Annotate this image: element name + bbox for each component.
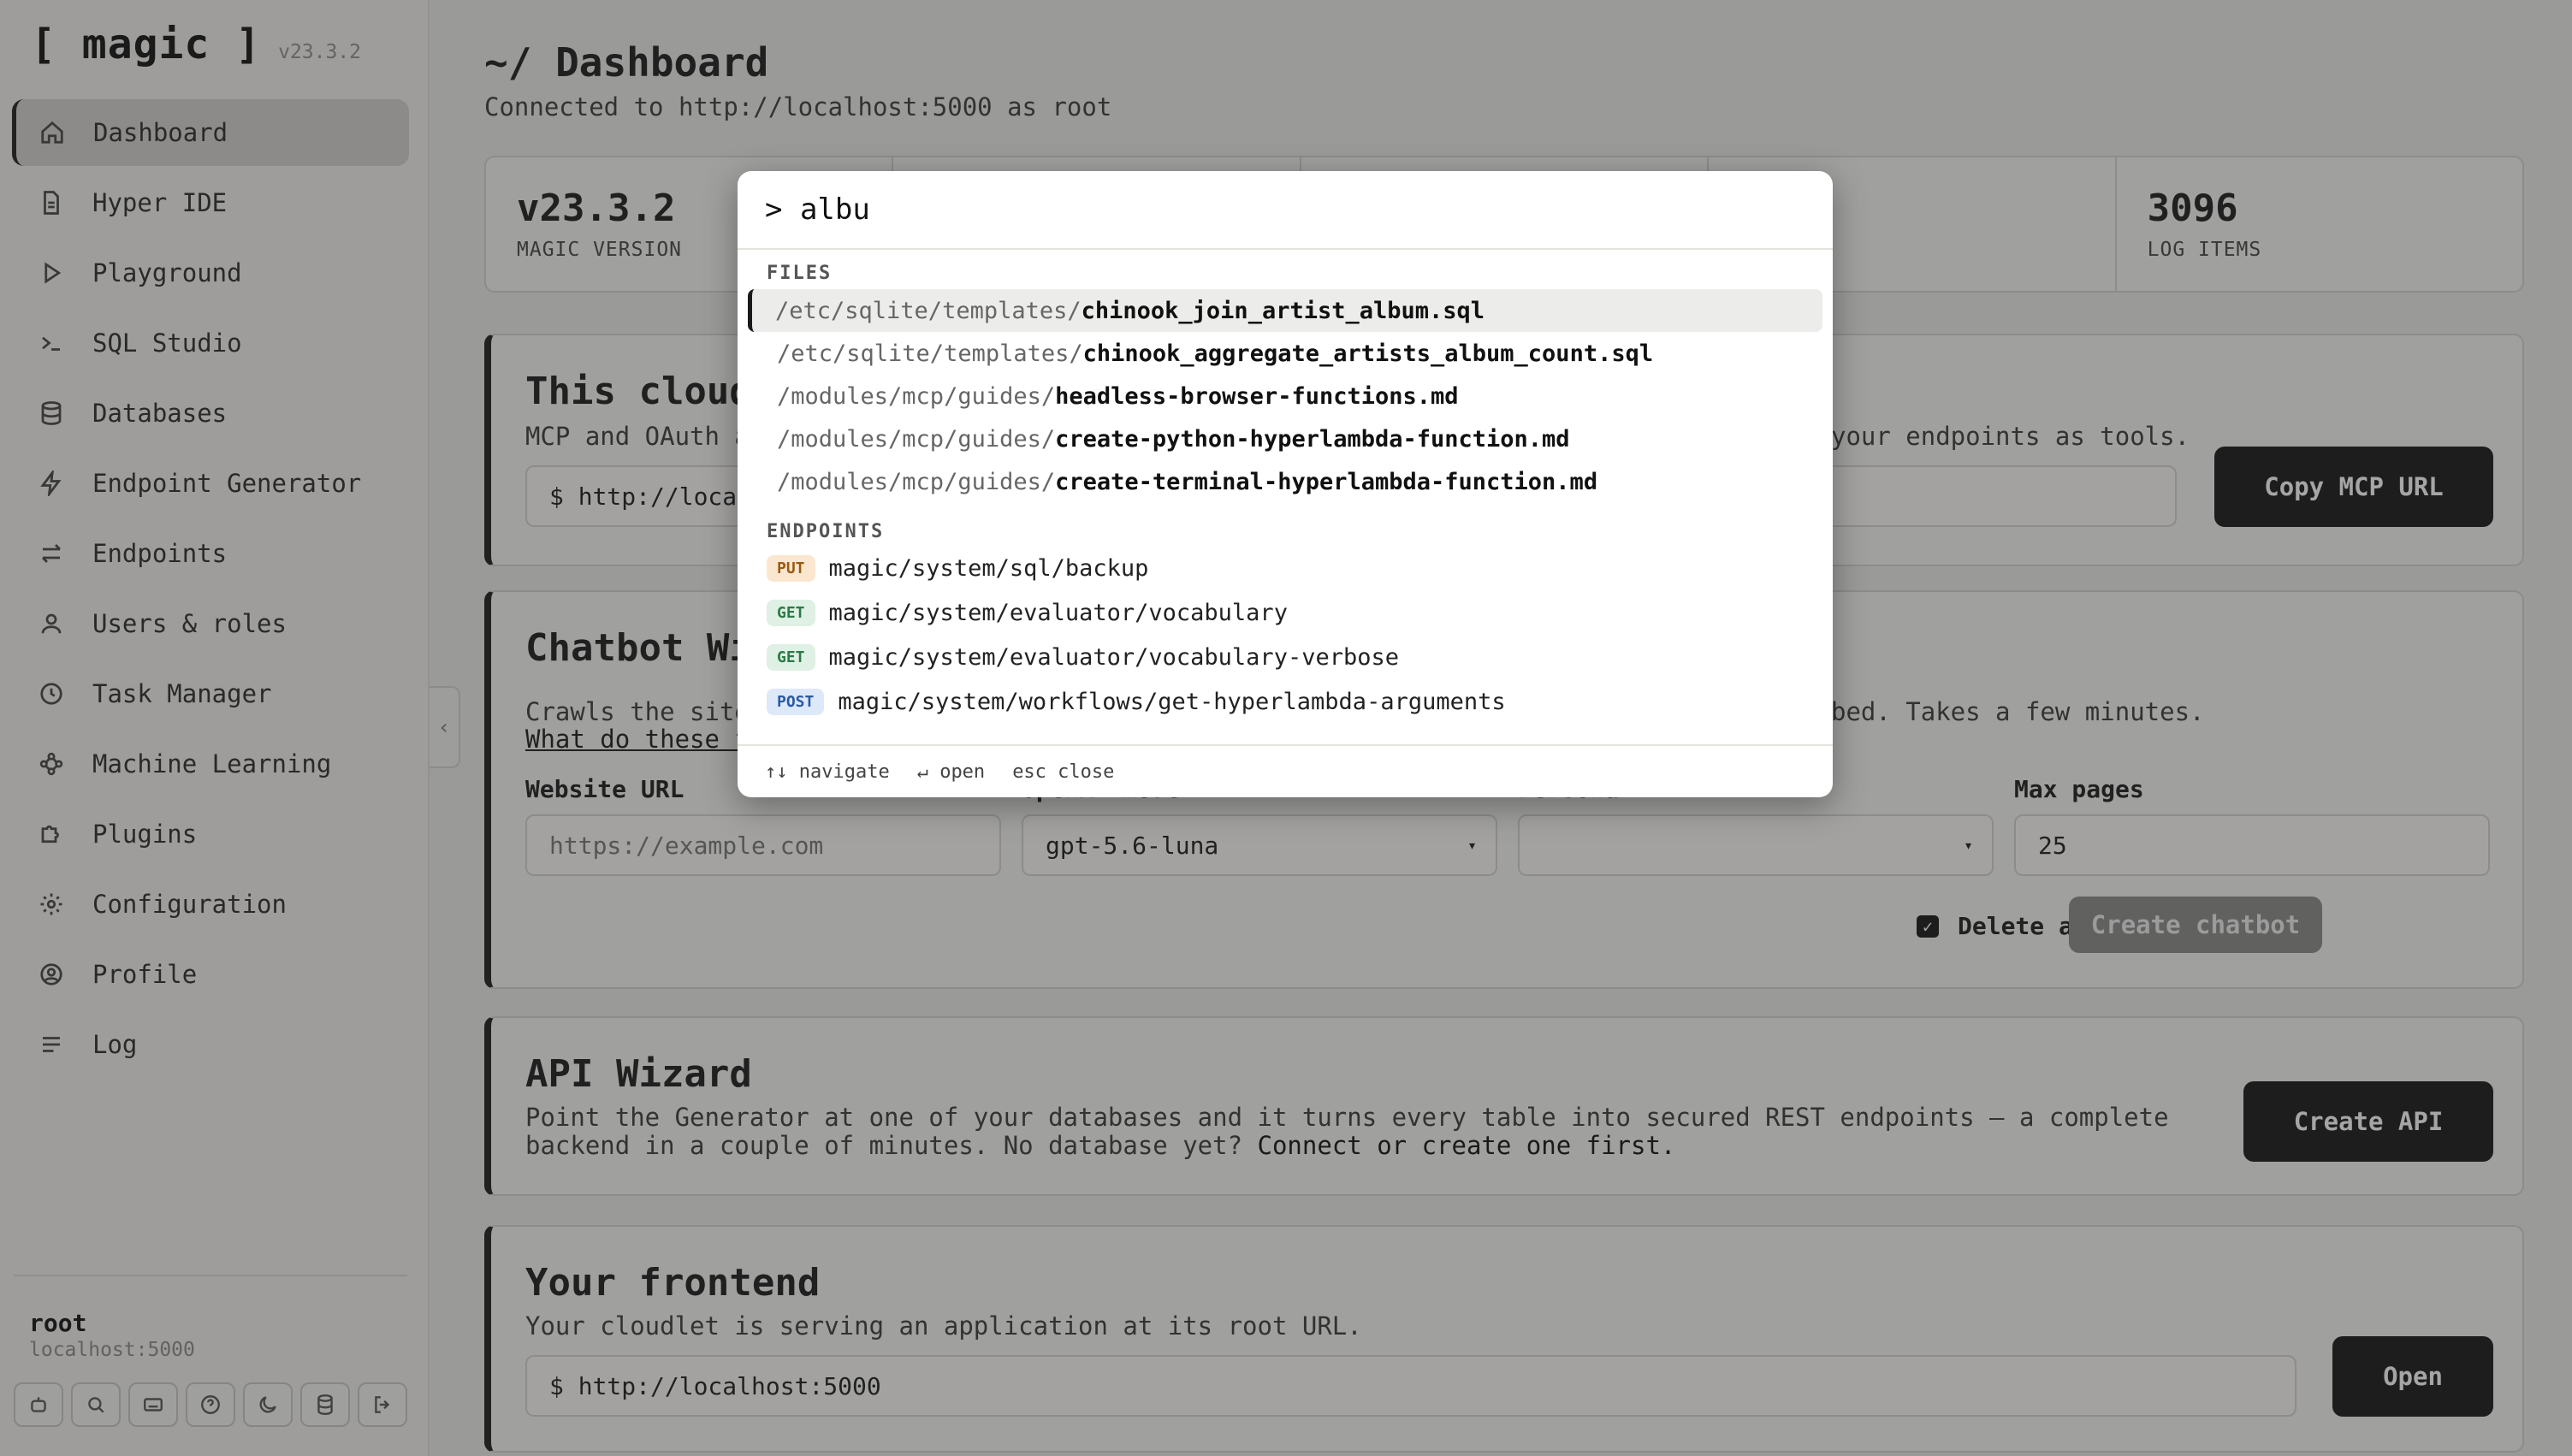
palette-file-item[interactable]: /modules/mcp/guides/headless-browser-fun… <box>748 375 1822 417</box>
file-path: /modules/mcp/guides/ <box>777 382 1056 410</box>
palette-endpoint-item[interactable]: GET magic/system/evaluator/vocabulary-ver… <box>738 635 1833 679</box>
file-path: /etc/sqlite/templates/ <box>775 297 1082 324</box>
palette-file-item[interactable]: /modules/mcp/guides/create-terminal-hype… <box>748 460 1822 503</box>
palette-section-files: FILES <box>767 263 833 284</box>
file-name: chinook_aggregate_artists_album_count.sq… <box>1082 340 1654 367</box>
file-name: create-python-hyperlambda-function.md <box>1055 425 1570 453</box>
palette-search-input[interactable]: > albu <box>738 171 1833 250</box>
palette-file-item[interactable]: /modules/mcp/guides/create-python-hyperl… <box>748 417 1822 460</box>
palette-endpoints-list: PUT magic/system/sql/backup GET magic/syst… <box>738 546 1833 724</box>
method-badge: PUT <box>767 554 815 582</box>
hint-close: esc close <box>1012 761 1115 783</box>
palette-endpoint-item[interactable]: POST magic/system/workflows/get-hyperlamb… <box>738 679 1833 724</box>
file-name: chinook_join_artist_album.sql <box>1081 297 1485 324</box>
file-path: /modules/mcp/guides/ <box>777 425 1056 453</box>
palette-files-list: /etc/sqlite/templates/chinook_join_artis… <box>738 289 1833 503</box>
endpoint-path: magic/system/sql/backup <box>828 554 1149 582</box>
command-palette: > albu FILES /etc/sqlite/templates/chino… <box>738 171 1833 797</box>
file-path: /etc/sqlite/templates/ <box>777 340 1083 367</box>
endpoint-path: magic/system/evaluator/vocabulary-verbos… <box>828 643 1399 671</box>
hint-open: ↵ open <box>916 761 986 783</box>
file-name: headless-browser-functions.md <box>1055 382 1459 410</box>
method-badge: POST <box>767 688 825 715</box>
palette-file-item[interactable]: /etc/sqlite/templates/chinook_aggregate_… <box>748 332 1822 375</box>
palette-endpoint-item[interactable]: PUT magic/system/sql/backup <box>738 546 1833 590</box>
palette-endpoint-item[interactable]: GET magic/system/evaluator/vocabulary <box>738 590 1833 635</box>
palette-file-item[interactable]: /etc/sqlite/templates/chinook_join_artis… <box>748 289 1822 332</box>
palette-section-endpoints: ENDPOINTS <box>767 521 885 542</box>
file-path: /modules/mcp/guides/ <box>777 468 1056 495</box>
file-name: create-terminal-hyperlambda-function.md <box>1055 468 1598 495</box>
palette-footer: ↑↓ navigate ↵ open esc close <box>738 744 1833 797</box>
endpoint-path: magic/system/workflows/get-hyperlambda-a… <box>838 688 1506 715</box>
endpoint-path: magic/system/evaluator/vocabulary <box>828 599 1288 626</box>
method-badge: GET <box>767 599 815 626</box>
hint-navigate: ↑↓ navigate <box>765 761 890 783</box>
method-badge: GET <box>767 643 815 671</box>
